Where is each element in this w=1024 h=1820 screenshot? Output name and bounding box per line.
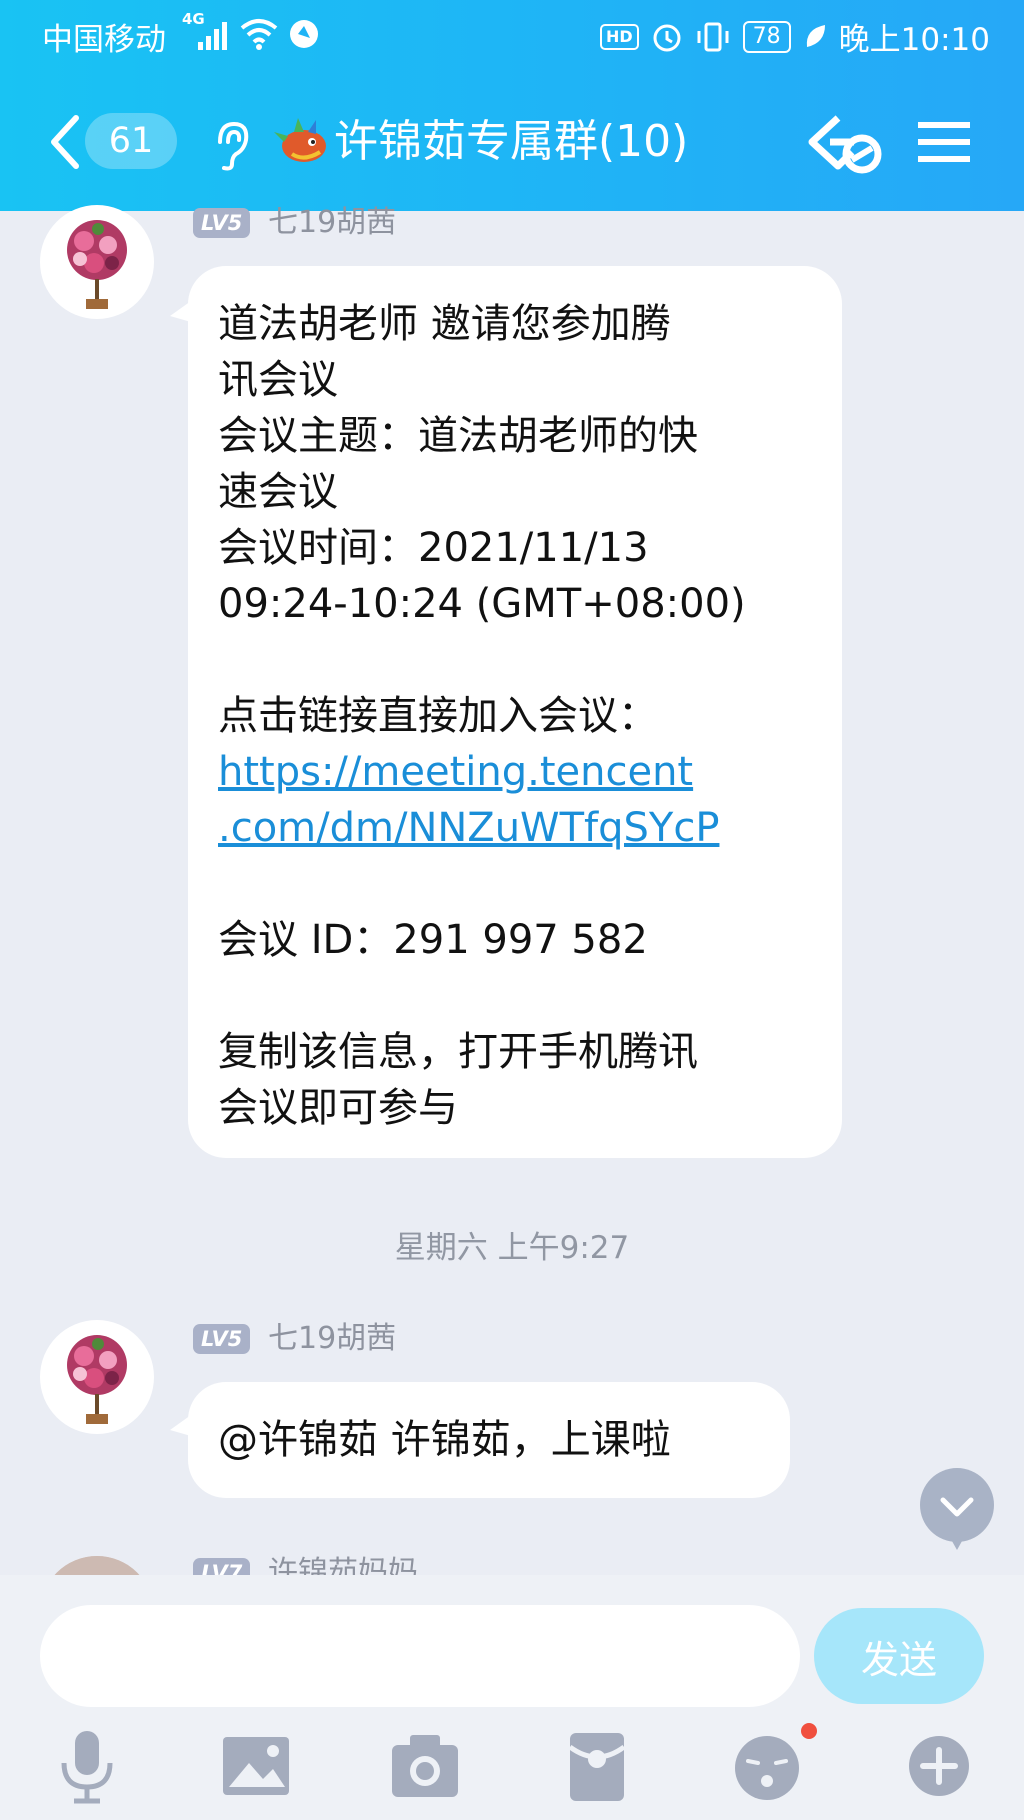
wifi-icon (240, 19, 278, 50)
message-bubble[interactable]: 道法胡老师 邀请您参加腾 讯会议 会议主题：道法胡老师的快 速会议 会议时间：2… (188, 266, 842, 1158)
alarm-icon (653, 24, 681, 51)
level-badge: LV5 (193, 208, 251, 238)
group-link-icon[interactable] (806, 110, 888, 182)
message-line: 09:24-10:24 (GMT+08:00) (218, 581, 746, 627)
message-bubble[interactable]: @许锦茹 许锦茹，上课啦 (188, 1382, 790, 1498)
message-input[interactable] (40, 1605, 800, 1707)
battery-indicator: 78 (742, 20, 791, 53)
notification-dot (801, 1723, 817, 1739)
message-line (218, 968, 746, 1024)
composer: 发送 (0, 1575, 1024, 1820)
message-timestamp: 星期六 上午9:27 (394, 1230, 630, 1266)
title-bar: 中国移动 4G HD 78 晚上10:10 61 许锦茹专属群(10) (0, 0, 1024, 211)
flower-avatar-icon (67, 1335, 127, 1424)
emoji-icon[interactable] (726, 1725, 808, 1807)
message-line: 讯会议 (218, 357, 338, 403)
message-line (218, 632, 746, 688)
message-line: 点击链接直接加入会议： (218, 693, 658, 739)
message-line: 会议主题：道法胡老师的快 (218, 413, 698, 459)
sender-name[interactable]: 七19胡茜 (268, 1322, 396, 1356)
carrier-label: 中国移动 (42, 22, 166, 58)
sender-name[interactable]: 七19胡茜 (268, 206, 396, 240)
plus-icon[interactable] (898, 1725, 980, 1807)
leaf-icon (806, 24, 825, 47)
back-icon[interactable] (44, 112, 84, 172)
ear-icon[interactable] (212, 120, 252, 172)
status-bar: 中国移动 4G HD 78 晚上10:10 (0, 0, 1024, 72)
message-line: 复制该信息，打开手机腾讯 (218, 1029, 698, 1075)
group-title[interactable]: 许锦茹专属群(10) (334, 114, 688, 170)
scroll-down-button[interactable] (918, 1466, 996, 1556)
message-text: 道法胡老师 邀请您参加腾 讯会议 会议主题：道法胡老师的快 速会议 会议时间：2… (218, 296, 746, 1136)
menu-icon[interactable] (918, 120, 970, 164)
avatar[interactable] (40, 205, 154, 319)
clock: 晚上10:10 (838, 22, 990, 58)
message-line: 道法胡老师 邀请您参加腾 (218, 301, 671, 347)
avatar[interactable] (40, 1320, 154, 1434)
image-icon[interactable] (215, 1725, 297, 1807)
level-badge: LV5 (193, 1324, 251, 1354)
red-packet-icon[interactable] (556, 1725, 638, 1807)
send-button[interactable]: 发送 (814, 1608, 984, 1704)
message-text: @许锦茹 许锦茹，上课啦 (218, 1417, 671, 1463)
meeting-link[interactable]: https://meeting.tencent (218, 744, 746, 800)
microphone-icon[interactable] (46, 1725, 128, 1807)
message-line: 会议即可参与 (218, 1085, 458, 1131)
hd-badge: HD (599, 23, 639, 50)
vpn-icon (290, 20, 318, 48)
message-line: 会议 ID：291 997 582 (218, 917, 648, 963)
unread-count-badge[interactable]: 61 (85, 113, 177, 169)
message-line (218, 856, 746, 912)
meeting-link[interactable]: .com/dm/NNZuWTfqSYcP (218, 800, 746, 856)
signal-icon (198, 22, 227, 50)
dragon-icon (274, 118, 326, 162)
nav-bar: 61 许锦茹专属群(10) (0, 100, 1024, 190)
camera-icon[interactable] (384, 1725, 466, 1807)
flower-avatar-icon (67, 220, 127, 309)
vibrate-icon (697, 22, 729, 51)
message-line: 会议时间：2021/11/13 (218, 525, 649, 571)
message-line: 速会议 (218, 469, 338, 515)
